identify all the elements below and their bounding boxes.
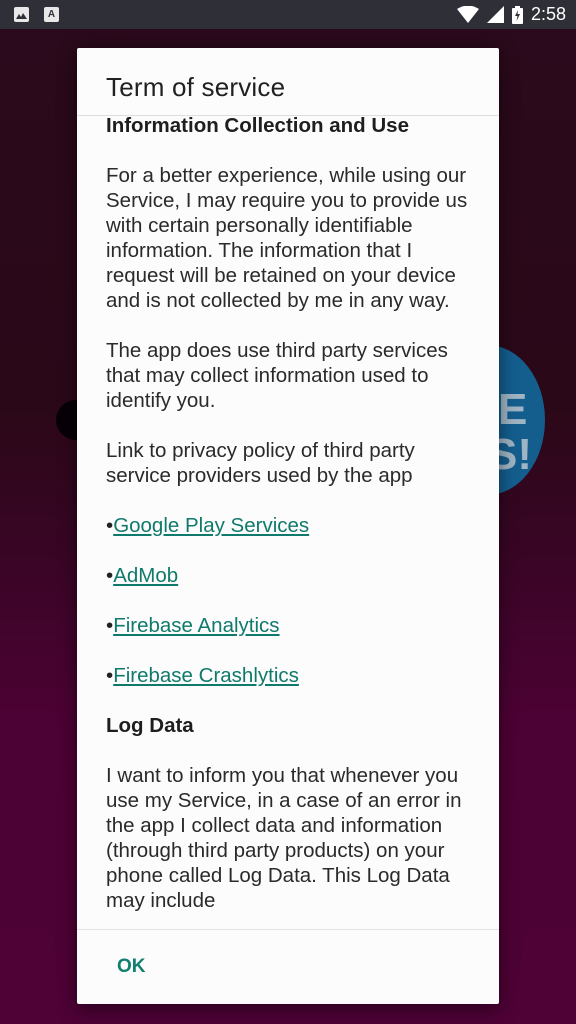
link-firebase-analytics[interactable]: Firebase Analytics — [113, 614, 279, 637]
paragraph: Link to privacy policy of third party se… — [106, 439, 415, 487]
image-notification-icon — [14, 7, 29, 22]
terms-dialog: Term of service Information Collection a… — [77, 48, 499, 1004]
link-admob[interactable]: AdMob — [113, 564, 178, 587]
link-firebase-crashlytics[interactable]: Firebase Crashlytics — [113, 664, 299, 687]
status-bar: A 2:58 — [0, 0, 576, 29]
dialog-content-scroll[interactable]: Information Collection and Use For a bet… — [77, 116, 499, 929]
wifi-icon — [456, 6, 479, 23]
section-heading: Information Collection and Use — [106, 116, 409, 137]
list-item: •Firebase Analytics — [106, 613, 470, 638]
paragraph: For a better experience, while using our… — [106, 164, 468, 312]
section-heading: Log Data — [106, 714, 194, 737]
badge-text: E — [498, 385, 528, 434]
paragraph: I want to inform you that whenever you u… — [106, 764, 462, 912]
text-notification-icon: A — [44, 7, 59, 22]
link-google-play-services[interactable]: Google Play Services — [113, 514, 309, 537]
list-item: •Google Play Services — [106, 513, 470, 538]
dialog-title: Term of service — [77, 48, 499, 116]
clock: 2:58 — [530, 4, 566, 24]
battery-charging-icon — [511, 5, 523, 24]
paragraph: The app does use third party services th… — [106, 339, 448, 412]
list-item: •Firebase Crashlytics — [106, 663, 470, 688]
ok-button[interactable]: OK — [106, 950, 157, 984]
signal-icon — [486, 6, 504, 23]
dialog-actions: OK — [77, 929, 499, 1004]
list-item: •AdMob — [106, 563, 470, 588]
